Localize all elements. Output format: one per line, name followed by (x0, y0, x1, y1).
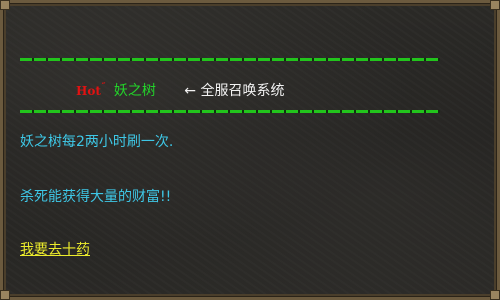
frame-corner-ornament (0, 290, 10, 300)
arrow-left-icon: ← (184, 83, 197, 99)
frame-corner-ornament (490, 290, 500, 300)
go-link[interactable]: 我要去十药 (20, 240, 90, 260)
top-divider (20, 58, 440, 61)
tree-name-title: 妖之树 (113, 83, 156, 99)
reward-info-text: 杀死能获得大量的财富!! (20, 189, 172, 205)
npc-dialog-panel: Hot˝ 妖之树 ← 全服召唤系统 妖之树每2两小时刷一次. 杀死能获得大量的财… (0, 0, 500, 300)
dialog-title-row: Hot˝ 妖之树 ← 全服召唤系统 (76, 78, 285, 99)
system-label: 全服召唤系统 (200, 83, 285, 99)
frame-corner-ornament (0, 0, 10, 10)
bottom-divider (20, 110, 440, 113)
frame-corner-ornament (490, 0, 500, 10)
refresh-info-text: 妖之树每2两小时刷一次. (20, 134, 174, 150)
hot-badge: Hot˝ (76, 83, 106, 98)
